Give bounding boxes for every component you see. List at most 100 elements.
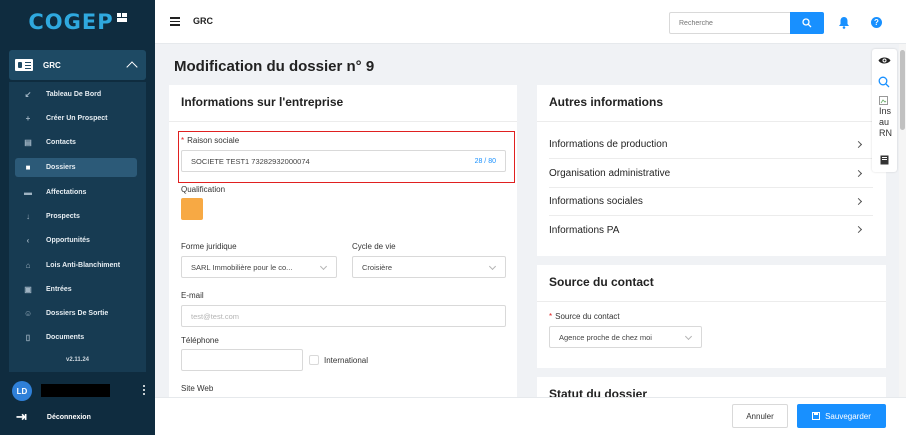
sidebar-item-affectations[interactable]: ▬ Affectations [15,183,137,202]
chevron-right-icon [854,140,863,149]
logout-label: Déconnexion [46,413,91,421]
sidebar-item-lois-anti-blanchiment[interactable]: ⌂ Lois Anti-Blanchiment [15,256,137,275]
chevron-down-icon [488,262,497,271]
sidebar-item-label: Créer Un Prospect [46,115,108,122]
source-select[interactable]: Agence proche de chez moi [549,326,702,348]
raison-sociale-input[interactable]: SOCIETE TEST1 73282932000074 28 / 80 [181,150,506,172]
sidebar-item-dossiers-de-sortie[interactable]: ☺ Dossiers De Sortie [15,304,137,323]
avatar[interactable]: LD [12,381,32,401]
more-vertical-icon[interactable] [143,385,146,397]
sidebar-item-tableau-de-bord[interactable]: ↙ Tableau De Bord [15,85,137,104]
app-version: v2.11.24 [65,357,90,363]
broken-image-alt: Ins au RN [879,106,892,138]
id-card-icon [15,59,33,71]
chevron-right-icon [854,169,863,178]
logo[interactable]: COGEP [0,0,155,44]
sidebar-item-prospects[interactable]: ↓ Prospects [15,207,137,226]
info-row-production[interactable]: Informations de production [549,131,873,159]
sidebar-item-label: Lois Anti-Blanchiment [46,262,121,269]
raison-sociale-value: SOCIETE TEST1 73282932000074 [191,156,310,166]
email-placeholder: test@test.com [191,311,240,321]
menu-icon[interactable] [170,17,180,26]
scroll-thumb[interactable] [900,50,905,130]
chevron-right-icon [854,225,863,234]
help-icon[interactable]: ? [871,17,882,28]
save-button[interactable]: Sauvegarder [797,404,886,428]
sidebar-item-label: Entrées [46,286,72,293]
user-name-redacted [41,384,110,397]
pdf-icon[interactable] [880,155,889,165]
card-title: Statut du dossier [549,387,648,397]
cancel-button[interactable]: Annuler [732,404,788,428]
cycle-de-vie-label: Cycle de vie [352,242,396,251]
sidebar-item-label: Opportunités [46,237,90,244]
plus-icon: + [25,114,31,123]
sidebar-item-contacts[interactable]: ▤ Contacts [15,133,137,152]
info-row-pa[interactable]: Informations PA [549,216,873,244]
sidebar-item-opportunites[interactable]: ‹ Opportunités [15,231,137,250]
topbar: GRC ? [155,0,906,44]
search-icon[interactable] [878,76,890,88]
folder-icon: ■ [25,163,31,172]
email-field[interactable]: test@test.com [181,305,506,327]
sidebar-item-entrees[interactable]: ▣ Entrées [15,280,137,299]
logo-text: COGEP [28,10,114,34]
info-row-organisation[interactable]: Organisation administrative [549,160,873,188]
module-selector[interactable]: GRC [9,50,146,80]
telephone-label: Téléphone [181,336,219,345]
sidebar-item-creer-prospect[interactable]: + Créer Un Prospect [15,109,137,128]
logout-icon: ⇥ [16,409,27,424]
cycle-de-vie-select[interactable]: Croisière [352,256,506,278]
sidebar: COGEP GRC ↙ Tableau De Bord + Créer Un P… [0,0,155,435]
sidebar-item-documents[interactable]: ▯ Documents [15,328,137,347]
card-title: Informations sur l'entreprise [181,95,344,109]
info-row-label: Informations sociales [549,196,643,207]
user-exit-icon: ☺ [24,309,33,318]
search-icon [802,18,812,28]
char-counter: 28 / 80 [474,158,496,165]
page-title: Modification du dossier n° 9 [174,58,375,75]
card-divider [537,301,886,302]
qualification-label: Qualification [181,185,226,194]
statut-card: Statut du dossier [537,377,886,397]
other-info-card: Autres informations Informations de prod… [537,85,886,256]
contact-card-icon: ▤ [24,138,32,147]
forme-juridique-select[interactable]: SARL Immobilière pour le co... [181,256,337,278]
source-label: * Source du contact [549,312,620,321]
sidebar-item-label: Dossiers [46,164,76,171]
page-scrollbar[interactable] [899,44,906,397]
chart-line-icon: ↙ [24,90,32,99]
site-web-label: Site Web [181,384,214,393]
logo-mark-icon [116,13,127,23]
qualification-color-picker[interactable] [181,198,203,220]
bell-icon[interactable] [838,16,850,29]
search-button[interactable] [790,12,824,34]
right-toolbar: Ins au RN [872,49,897,172]
search-input[interactable] [669,12,791,34]
module-label: GRC [43,60,61,70]
telephone-field[interactable] [181,349,303,371]
cycle-de-vie-value: Croisière [362,262,393,272]
forme-juridique-value: SARL Immobilière pour le co... [191,262,293,272]
card-divider [537,121,886,122]
broken-image-icon [879,96,888,105]
info-row-label: Informations PA [549,224,620,236]
document-icon: ▯ [25,333,31,342]
raison-sociale-label: * Raison sociale [181,136,240,145]
sidebar-nav: ↙ Tableau De Bord + Créer Un Prospect ▤ … [9,82,146,372]
card-title: Autres informations [549,95,664,109]
card-divider [169,121,517,122]
sidebar-item-dossiers[interactable]: ■ Dossiers [15,158,137,177]
international-checkbox[interactable] [309,355,319,365]
user-download-icon: ↓ [26,212,30,221]
info-row-label: Informations de production [549,139,668,150]
info-row-sociales[interactable]: Informations sociales [549,188,873,216]
user-profile: LD [0,378,155,404]
chevron-down-icon [319,262,328,271]
sidebar-item-label: Affectations [46,189,87,196]
bank-icon: ⌂ [25,261,31,270]
international-label: International [324,356,369,365]
eye-icon[interactable] [878,56,891,65]
sidebar-item-label: Prospects [46,213,80,220]
logout-button[interactable]: ⇥ Déconnexion [16,409,91,425]
